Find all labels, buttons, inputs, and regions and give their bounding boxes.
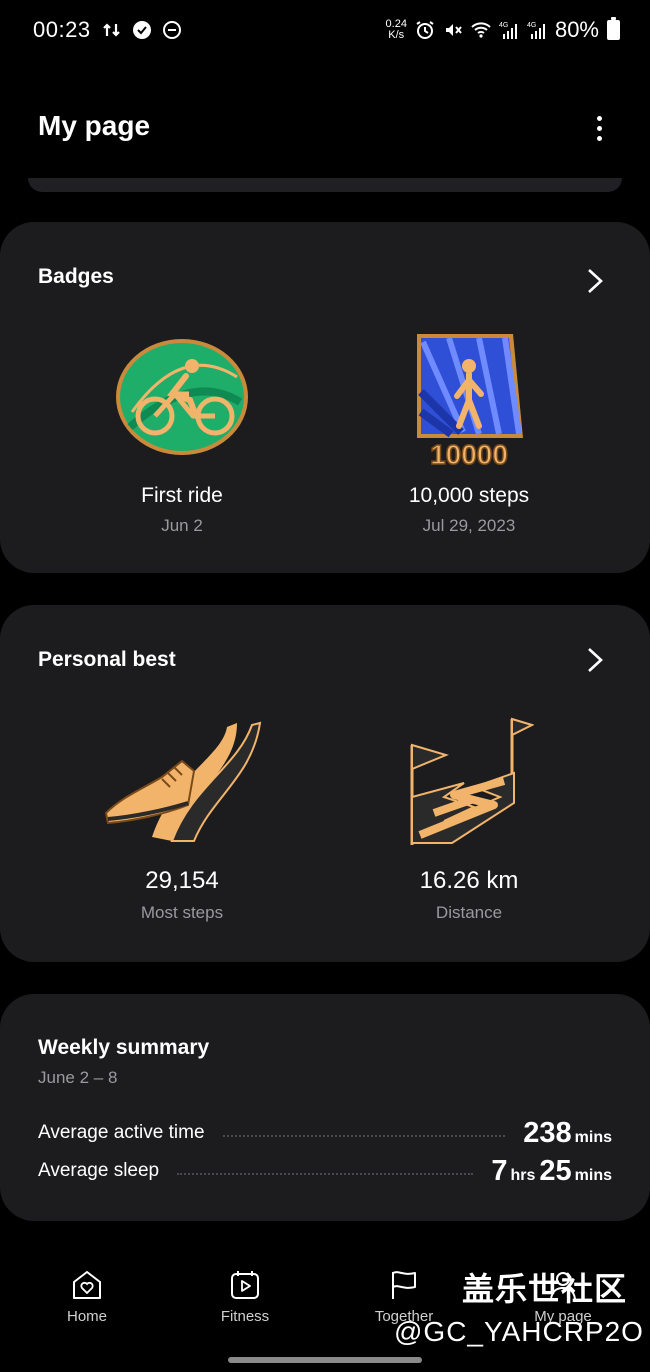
value-number: 238 <box>523 1116 572 1149</box>
watermark-handle: @GC_YAHCRP2O <box>394 1316 644 1347</box>
svg-text:4G: 4G <box>499 22 508 29</box>
personal-best-card[interactable]: Personal best 29,154 Most steps 16.26 km… <box>0 605 650 962</box>
nav-item-fitness[interactable]: Fitness <box>190 1268 300 1325</box>
cycling-badge-icon <box>112 332 252 462</box>
heart-home-icon <box>70 1268 104 1302</box>
status-time: 00:23 <box>33 17 91 42</box>
home-indicator[interactable] <box>228 1357 422 1363</box>
status-left-icons <box>102 20 182 40</box>
value-unit: mins <box>574 1128 612 1146</box>
more-options-button[interactable] <box>586 110 612 146</box>
battery-percent: 80% <box>554 17 599 42</box>
badge-name: First ride <box>141 484 223 507</box>
weekly-summary-range: June 2 – 8 <box>38 1068 118 1087</box>
badges-title: Badges <box>38 265 114 288</box>
value-number: 7 <box>491 1154 508 1187</box>
value-unit: mins <box>574 1166 612 1184</box>
more-dot <box>596 135 602 141</box>
page-title: My page <box>38 110 151 141</box>
personal-best-most-steps[interactable]: 29,154 Most steps <box>42 717 322 923</box>
more-dot <box>596 125 602 131</box>
personal-best-value: 29,154 <box>145 867 219 894</box>
app-notification-icon <box>132 20 152 40</box>
battery-icon <box>607 17 620 40</box>
row-label: Average sleep <box>38 1160 160 1181</box>
row-value: 238 mins <box>523 1117 612 1150</box>
badge-name: 10,000 steps <box>408 484 530 507</box>
network-speed: 0.24 K/s <box>386 19 407 41</box>
svg-text:4G: 4G <box>527 22 536 29</box>
more-dot <box>596 115 602 121</box>
chevron-right-icon[interactable] <box>584 645 606 675</box>
weekly-summary-card[interactable]: Weekly summary June 2 – 8 Average active… <box>0 994 650 1221</box>
badge-date: Jul 29, 2023 <box>422 516 516 535</box>
10000-steps-badge-icon: 10000 <box>409 332 529 471</box>
average-sleep-row: Average sleep 7 hrs 25 mins <box>38 1154 612 1188</box>
personal-best-title: Personal best <box>38 648 176 671</box>
collapsed-card-edge <box>28 178 622 192</box>
badge-first-ride[interactable]: First ride Jun 2 <box>42 332 322 536</box>
flag-road-icon <box>404 717 535 847</box>
flag-icon <box>387 1268 421 1302</box>
badge-10000-text: 10000 <box>430 439 508 468</box>
fitness-play-icon <box>228 1268 262 1302</box>
nav-label: Fitness <box>220 1308 270 1325</box>
signal-icon-1: 4G <box>499 20 519 40</box>
value-unit: hrs <box>510 1166 536 1184</box>
badge-10000-steps[interactable]: 10000 10,000 steps Jul 29, 2023 <box>329 332 609 536</box>
personal-best-label: Most steps <box>140 903 224 922</box>
status-bar: 00:23 0.24 K/s 4G 4G 80% <box>0 0 650 62</box>
value-number: 25 <box>539 1154 572 1187</box>
badge-date: Jun 2 <box>161 516 203 535</box>
average-active-time-row: Average active time 238 mins <box>38 1116 612 1150</box>
personal-best-label: Distance <box>435 903 503 922</box>
badges-card[interactable]: Badges First ride Jun 2 10000 10,000 ste… <box>0 222 650 573</box>
personal-best-value: 16.26 km <box>419 867 519 894</box>
nav-label: Home <box>66 1308 107 1325</box>
dotted-leader <box>177 1173 474 1175</box>
status-right: 0.24 K/s 4G 4G 80% <box>386 17 620 43</box>
chevron-right-icon[interactable] <box>584 266 606 296</box>
row-label: Average active time <box>38 1122 205 1143</box>
shoe-ribbon-icon <box>102 717 262 847</box>
wifi-icon <box>471 20 491 40</box>
alarm-icon <box>415 20 435 40</box>
do-not-disturb-icon <box>162 20 182 40</box>
row-value: 7 hrs 25 mins <box>491 1155 612 1188</box>
watermark-title: 盖乐世社区 <box>462 1271 628 1307</box>
nav-item-home[interactable]: Home <box>32 1268 142 1325</box>
dotted-leader <box>222 1135 506 1137</box>
signal-icon-2: 4G <box>527 20 547 40</box>
mute-icon <box>443 20 463 40</box>
weekly-summary-title: Weekly summary <box>38 1036 210 1059</box>
data-transfer-icon <box>102 20 122 40</box>
net-speed-unit: K/s <box>388 29 405 41</box>
personal-best-distance[interactable]: 16.26 km Distance <box>329 717 609 923</box>
